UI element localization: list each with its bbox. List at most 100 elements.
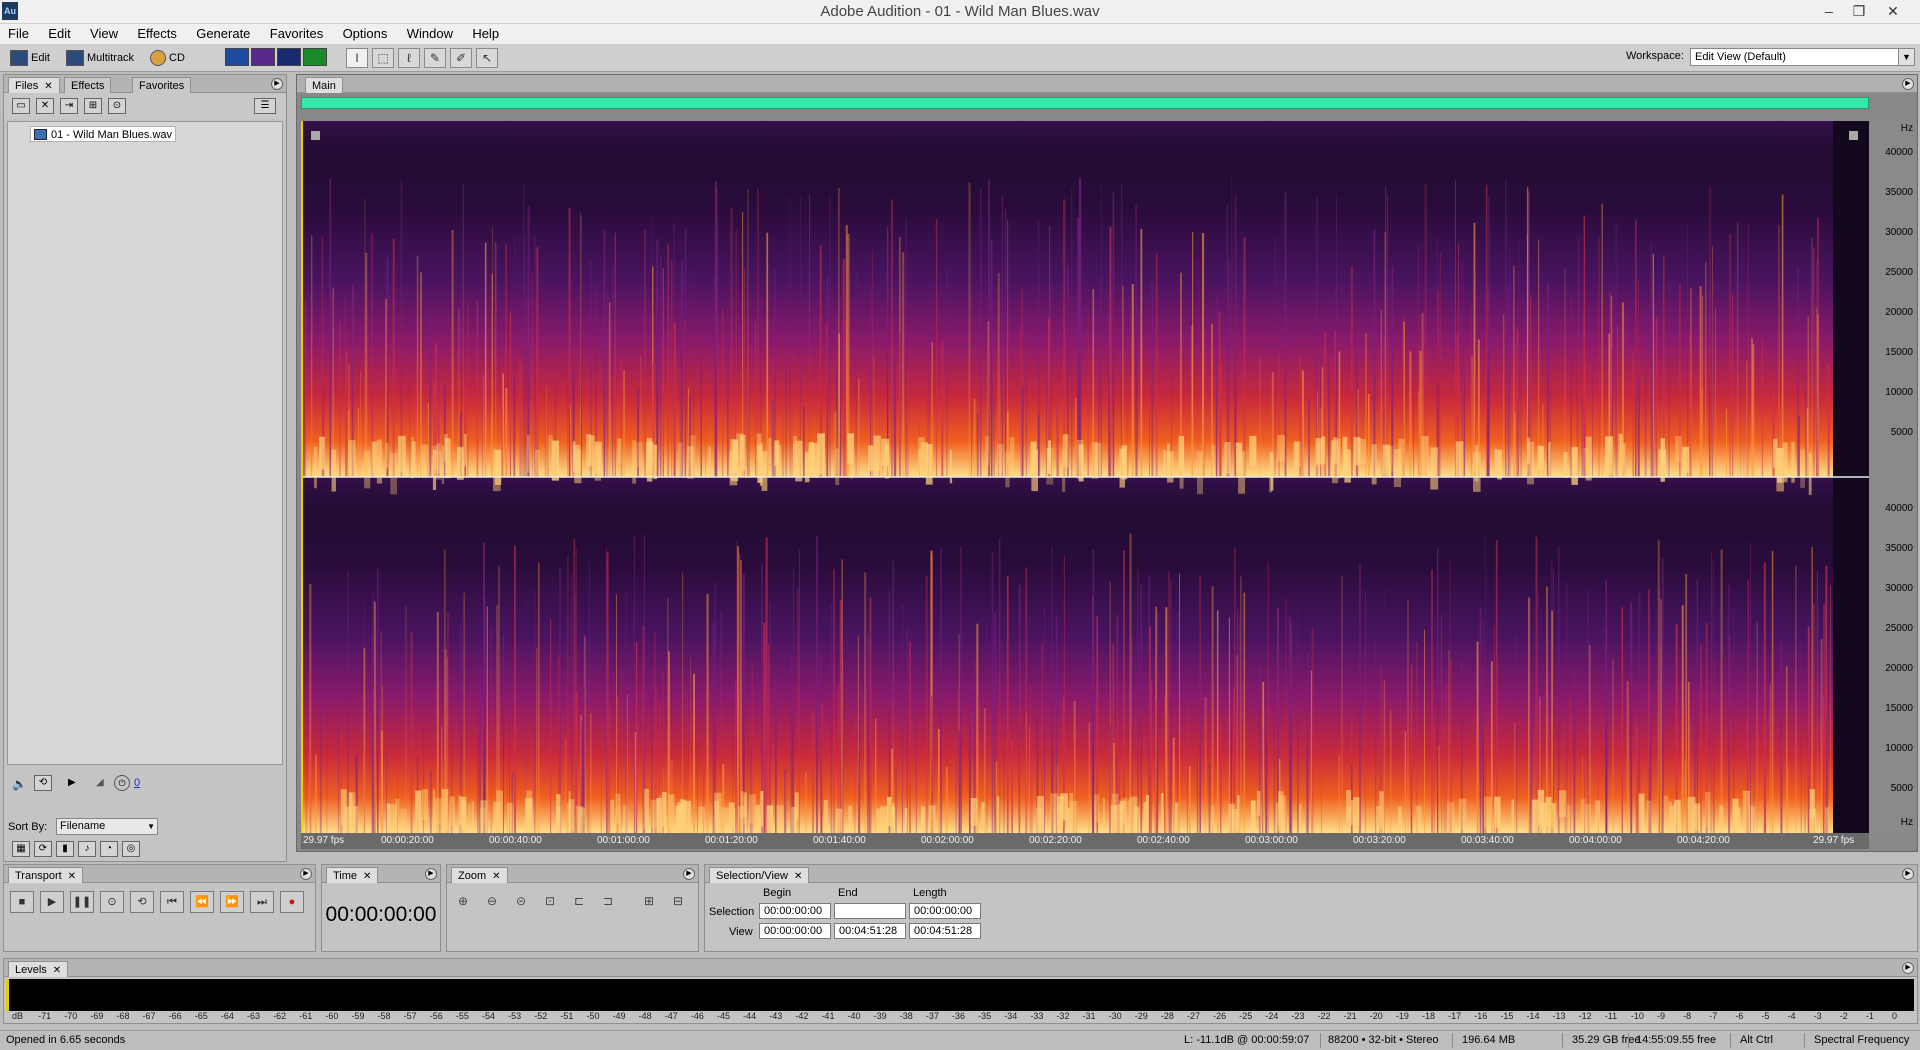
multitrack-view-button[interactable]: Multitrack	[66, 47, 134, 69]
stop-button[interactable]: ■	[10, 891, 34, 913]
panel-menu-icon[interactable]: ▶	[683, 868, 695, 880]
auto-play-icon[interactable]: ⏻	[114, 775, 130, 791]
zoom-out-full-icon[interactable]: ⊝	[509, 891, 533, 913]
insert-cd-icon[interactable]: ⊞	[84, 98, 102, 114]
close-icon[interactable]: ✕	[794, 871, 802, 882]
multitrack-label: Multitrack	[87, 52, 135, 64]
panel-menu-icon[interactable]: ▶	[1902, 78, 1914, 90]
zoom-in-icon[interactable]: ⊕	[451, 891, 475, 913]
spectral-display[interactable]	[301, 121, 1869, 850]
marquee-tool-icon[interactable]: ⬚	[372, 48, 394, 68]
lasso-tool-icon[interactable]: ℓ	[398, 48, 420, 68]
close-icon[interactable]: ✕	[44, 81, 52, 92]
panel-menu-icon[interactable]: ▶	[425, 868, 437, 880]
restore-button[interactable]: ❐	[1844, 0, 1874, 22]
zoom-to-selection-icon[interactable]: ⊡	[538, 891, 562, 913]
close-icon[interactable]: ✕	[68, 871, 76, 882]
selection-end-field[interactable]	[834, 903, 906, 919]
time-ruler[interactable]: 29.97 fps 00:00:20:00 00:00:40:00 00:01:…	[301, 833, 1869, 849]
edit-view-button[interactable]: Edit	[10, 47, 50, 69]
panel-menu-icon[interactable]: ▶	[300, 868, 312, 880]
go-to-end-button[interactable]: ⏭	[250, 891, 274, 913]
tab-selection-view[interactable]: Selection/View ✕	[709, 867, 810, 883]
zoom-out-vertical-icon[interactable]: ⊟	[666, 891, 690, 913]
filter-midi-icon[interactable]: ♪	[78, 841, 96, 857]
resize-handle-icon[interactable]	[1849, 131, 1858, 140]
menu-generate[interactable]: Generate	[188, 24, 258, 44]
cd-view-button[interactable]: CD	[150, 47, 185, 69]
close-window-button[interactable]: ✕	[1878, 0, 1908, 22]
filter-video-icon[interactable]: ▮	[56, 841, 74, 857]
db-tick: -35	[978, 1011, 992, 1021]
tab-levels[interactable]: Levels ✕	[8, 961, 69, 977]
zoom-out-icon[interactable]: ⊖	[480, 891, 504, 913]
overview-range-bar[interactable]	[301, 97, 1869, 109]
zoom-in-vertical-icon[interactable]: ⊞	[637, 891, 661, 913]
tab-zoom[interactable]: Zoom ✕	[451, 867, 508, 883]
preview-counter[interactable]: 0	[134, 777, 140, 789]
waveform-view-icon[interactable]	[225, 48, 249, 66]
insert-multitrack-icon[interactable]: ⇥	[60, 98, 78, 114]
tab-favorites[interactable]: Favorites	[132, 77, 192, 93]
record-button[interactable]: ●	[280, 891, 304, 913]
volume-icon[interactable]: ◢	[96, 777, 104, 788]
play-preview-icon[interactable]: ▶	[68, 777, 76, 788]
speaker-icon[interactable]: 🔈	[12, 777, 27, 791]
panel-menu-icon[interactable]: ▶	[271, 78, 283, 90]
menu-edit[interactable]: Edit	[40, 24, 78, 44]
fast-forward-button[interactable]: ⏩	[220, 891, 244, 913]
status-cursor-level: L: -11.1dB @ 00:00:59:07	[1184, 1034, 1310, 1046]
resize-handle-icon[interactable]	[311, 131, 320, 140]
selection-length-field[interactable]: 00:00:00:00	[909, 903, 981, 919]
spot-healing-tool-icon[interactable]: ✐	[450, 48, 472, 68]
close-icon[interactable]: ✕	[492, 871, 500, 882]
pause-button[interactable]: ❚❚	[70, 891, 94, 913]
menu-help[interactable]: Help	[464, 24, 507, 44]
menu-file[interactable]: File	[0, 24, 37, 44]
close-file-icon[interactable]: ✕	[36, 98, 54, 114]
import-icon[interactable]: ⊙	[108, 98, 126, 114]
go-to-start-button[interactable]: ⏮	[160, 891, 184, 913]
loop-play-button[interactable]: ⟲	[130, 891, 154, 913]
filter-options-icon[interactable]: ◔	[100, 841, 118, 857]
close-icon[interactable]: ✕	[363, 871, 371, 882]
file-list-item[interactable]: 01 - Wild Man Blues.wav	[30, 126, 177, 142]
minimize-button[interactable]: –	[1814, 0, 1844, 22]
workspace-select[interactable]: Edit View (Default) ▼	[1690, 48, 1915, 66]
zoom-left-edge-icon[interactable]: ⊏	[567, 891, 591, 913]
tab-time[interactable]: Time ✕	[326, 867, 379, 883]
menu-options[interactable]: Options	[335, 24, 396, 44]
menu-window[interactable]: Window	[399, 24, 461, 44]
filter-cd-icon[interactable]: ◎	[122, 841, 140, 857]
loop-icon[interactable]: ⟲	[34, 775, 52, 791]
view-begin-field[interactable]: 00:00:00:00	[759, 923, 831, 939]
menu-effects[interactable]: Effects	[129, 24, 185, 44]
menu-view[interactable]: View	[82, 24, 126, 44]
selection-begin-field[interactable]: 00:00:00:00	[759, 903, 831, 919]
scrub-tool-icon[interactable]: ↖	[476, 48, 498, 68]
menu-favorites[interactable]: Favorites	[262, 24, 331, 44]
close-icon[interactable]: ✕	[53, 965, 61, 976]
zoom-right-edge-icon[interactable]: ⊐	[596, 891, 620, 913]
brush-tool-icon[interactable]: ✎	[424, 48, 446, 68]
tab-effects[interactable]: Effects	[64, 77, 112, 93]
play-from-cursor-button[interactable]: ⊙	[100, 891, 124, 913]
play-button[interactable]: ▶	[40, 891, 64, 913]
view-length-field[interactable]: 00:04:51:28	[909, 923, 981, 939]
view-end-field[interactable]: 00:04:51:28	[834, 923, 906, 939]
filter-audio-icon[interactable]: ▦	[12, 841, 30, 857]
tab-main[interactable]: Main	[305, 77, 343, 93]
panel-menu-icon[interactable]: ▶	[1902, 868, 1914, 880]
tab-transport[interactable]: Transport ✕	[8, 867, 84, 883]
phase-view-icon[interactable]	[303, 48, 327, 66]
pan-view-icon[interactable]	[277, 48, 301, 66]
rewind-button[interactable]: ⏪	[190, 891, 214, 913]
open-file-icon[interactable]: ▭	[12, 98, 30, 114]
tab-files[interactable]: Files ✕	[8, 77, 60, 93]
time-selection-tool-icon[interactable]: I	[346, 48, 368, 68]
spectral-view-icon[interactable]	[251, 48, 275, 66]
sort-by-select[interactable]: Filename ▼	[56, 818, 158, 835]
filter-loop-icon[interactable]: ⟳	[34, 841, 52, 857]
show-options-icon[interactable]: ☰	[254, 98, 276, 114]
panel-menu-icon[interactable]: ▶	[1902, 962, 1914, 974]
